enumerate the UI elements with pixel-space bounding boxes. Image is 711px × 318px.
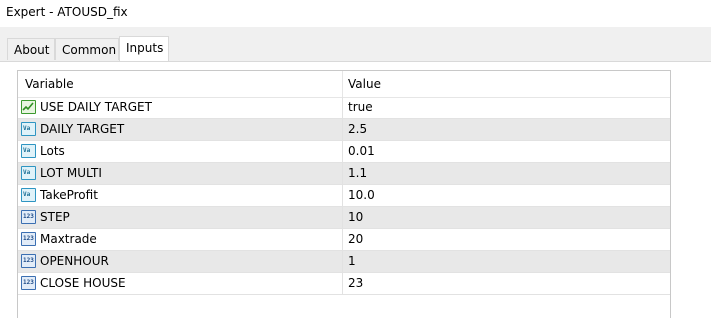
column-header-value[interactable]: Value <box>348 77 381 91</box>
table-row[interactable]: Va TakeProfit 10.0 <box>18 185 670 207</box>
variable-name: DAILY TARGET <box>40 122 125 136</box>
title-bar: Expert - ATOUSD_fix <box>0 0 711 27</box>
window-title: Expert - ATOUSD_fix <box>6 5 128 19</box>
column-divider[interactable] <box>342 71 343 97</box>
table-row[interactable]: 123 CLOSE HOUSE 23 <box>18 273 670 295</box>
cell-divider <box>342 251 343 272</box>
integer-icon: 123 <box>21 276 36 290</box>
variable-value[interactable]: 0.01 <box>348 141 375 162</box>
variable-value[interactable]: 2.5 <box>348 119 367 140</box>
integer-icon: 123 <box>21 254 36 268</box>
table-row[interactable]: Va LOT MULTI 1.1 <box>18 163 670 185</box>
integer-icon: 123 <box>21 232 36 246</box>
double-icon: Va <box>21 144 36 158</box>
variable-value[interactable]: 20 <box>348 229 363 250</box>
variable-name: Lots <box>40 144 65 158</box>
boolean-icon <box>21 100 36 114</box>
cell-divider <box>342 229 343 250</box>
variable-name: Maxtrade <box>40 232 97 246</box>
variable-name: STEP <box>40 210 70 224</box>
cell-divider <box>342 207 343 228</box>
inputs-table: Variable Value USE DAILY TARGET true Va … <box>17 70 671 318</box>
cell-divider <box>342 141 343 162</box>
cell-divider <box>342 97 343 118</box>
cell-divider <box>342 273 343 294</box>
variable-name: OPENHOUR <box>40 254 109 268</box>
table-row[interactable]: Va DAILY TARGET 2.5 <box>18 119 670 141</box>
variable-value[interactable]: true <box>348 97 373 118</box>
variable-name: CLOSE HOUSE <box>40 276 126 290</box>
double-icon: Va <box>21 166 36 180</box>
variable-value[interactable]: 23 <box>348 273 363 294</box>
tab-about[interactable]: About <box>7 38 55 60</box>
double-icon: Va <box>21 188 36 202</box>
variable-name: USE DAILY TARGET <box>40 100 152 114</box>
variable-name: TakeProfit <box>40 188 98 202</box>
variable-value[interactable]: 10.0 <box>348 185 375 206</box>
inputs-panel: Variable Value USE DAILY TARGET true Va … <box>0 61 711 318</box>
tab-common[interactable]: Common <box>55 38 119 60</box>
table-row[interactable]: 123 STEP 10 <box>18 207 670 229</box>
column-header-variable[interactable]: Variable <box>25 77 74 91</box>
table-row[interactable]: 123 OPENHOUR 1 <box>18 251 670 273</box>
table-row[interactable]: 123 Maxtrade 20 <box>18 229 670 251</box>
tab-inputs[interactable]: Inputs <box>119 36 169 61</box>
cell-divider <box>342 119 343 140</box>
cell-divider <box>342 185 343 206</box>
cell-divider <box>342 163 343 184</box>
variable-value[interactable]: 10 <box>348 207 363 228</box>
table-row[interactable]: USE DAILY TARGET true <box>18 97 670 119</box>
variable-value[interactable]: 1 <box>348 251 356 272</box>
tab-strip: About Common Inputs <box>0 27 711 61</box>
double-icon: Va <box>21 122 36 136</box>
variable-name: LOT MULTI <box>40 166 102 180</box>
variable-value[interactable]: 1.1 <box>348 163 367 184</box>
table-header: Variable Value <box>18 71 670 98</box>
integer-icon: 123 <box>21 210 36 224</box>
table-body: USE DAILY TARGET true Va DAILY TARGET 2.… <box>18 97 670 295</box>
table-row[interactable]: Va Lots 0.01 <box>18 141 670 163</box>
